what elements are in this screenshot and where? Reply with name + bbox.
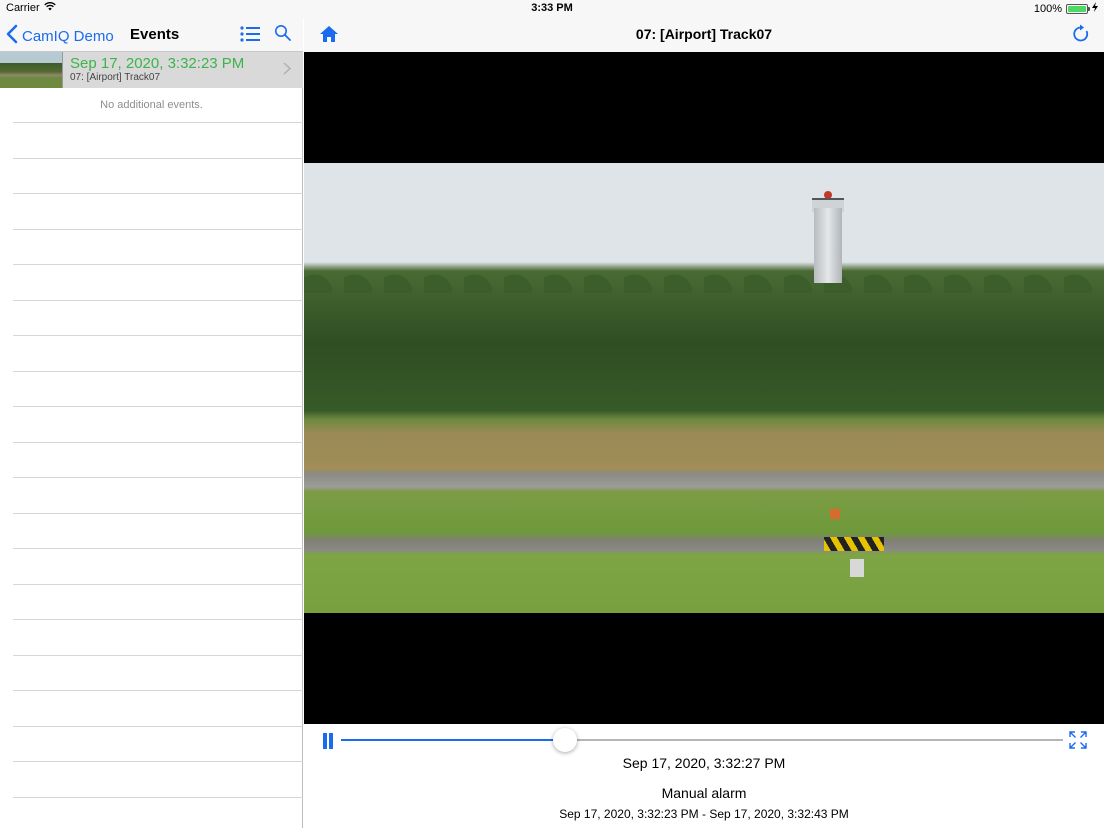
list-separator [13, 371, 303, 407]
events-pane: CamIQ Demo Events Sep 17, 2020, 3:32:23 … [0, 18, 303, 828]
list-separator [13, 619, 303, 655]
timeline-thumb[interactable] [553, 728, 577, 752]
chevron-left-icon [6, 24, 18, 48]
runway-marker [830, 509, 840, 519]
list-separator [13, 548, 303, 584]
list-separator [13, 406, 303, 442]
events-title: Events [130, 26, 179, 43]
timeline-progress [341, 739, 565, 741]
list-separator [13, 584, 303, 620]
list-icon[interactable] [240, 26, 260, 47]
player-navbar: 07: [Airport] Track07 [304, 18, 1104, 52]
pause-icon[interactable] [322, 733, 336, 749]
current-playback-time: Sep 17, 2020, 3:32:27 PM [304, 755, 1104, 771]
alarm-type: Manual alarm [304, 785, 1104, 801]
video-player[interactable] [304, 52, 1104, 724]
list-separator [13, 335, 303, 371]
empty-list-separators [13, 122, 303, 832]
list-separator [13, 477, 303, 513]
back-button-label: CamIQ Demo [22, 28, 114, 45]
list-separator [13, 690, 303, 726]
event-camera: 07: [Airport] Track07 [70, 72, 160, 83]
list-separator [13, 797, 303, 832]
alarm-time-range: Sep 17, 2020, 3:32:23 PM - Sep 17, 2020,… [304, 807, 1104, 821]
list-separator [13, 122, 303, 158]
control-tower [814, 208, 842, 283]
no-events-message: No additional events. [0, 88, 303, 123]
pause-bar [323, 733, 327, 749]
player-pane: 07: [Airport] Track07 [304, 18, 1104, 828]
event-row[interactable]: Sep 17, 2020, 3:32:23 PM 07: [Airport] T… [0, 52, 303, 88]
chevron-right-icon [283, 62, 291, 78]
event-time: Sep 17, 2020, 3:32:23 PM [70, 55, 244, 72]
list-separator [13, 726, 303, 762]
list-separator [13, 300, 303, 336]
list-separator [13, 264, 303, 300]
status-right: 100% [1034, 2, 1098, 15]
fullscreen-icon[interactable] [1069, 731, 1087, 754]
runway-sign [850, 559, 864, 577]
pause-bar [329, 733, 333, 749]
status-bar: Carrier 3:33 PM 100% [0, 0, 1104, 18]
event-thumbnail [0, 52, 63, 88]
playback-controls: Sep 17, 2020, 3:32:27 PM Manual alarm Se… [304, 724, 1104, 828]
events-navbar: CamIQ Demo Events [0, 18, 303, 52]
battery-percent: 100% [1034, 3, 1062, 15]
list-separator [13, 655, 303, 691]
back-button[interactable]: CamIQ Demo [6, 24, 114, 48]
video-frame [304, 163, 1104, 613]
charging-icon [1092, 2, 1098, 15]
status-time: 3:33 PM [0, 2, 1104, 14]
list-separator [13, 513, 303, 549]
camera-title: 07: [Airport] Track07 [304, 26, 1104, 42]
timeline-slider[interactable] [341, 739, 1063, 741]
battery-icon [1066, 4, 1088, 14]
list-separator [13, 193, 303, 229]
search-icon[interactable] [274, 24, 292, 47]
list-separator [13, 442, 303, 478]
tree-line [304, 263, 1104, 293]
list-separator [13, 761, 303, 797]
list-separator [13, 158, 303, 194]
list-separator [13, 229, 303, 265]
runway-hatch [824, 537, 884, 551]
refresh-icon[interactable] [1072, 24, 1090, 49]
battery-fill [1068, 6, 1086, 12]
